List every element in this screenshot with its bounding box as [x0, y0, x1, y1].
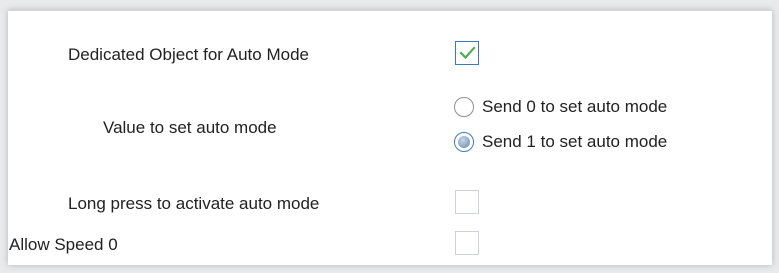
check-icon	[459, 46, 476, 60]
radio-send-1-button[interactable]	[454, 132, 474, 152]
radio-send-0-label: Send 0 to set auto mode	[482, 97, 668, 116]
radio-send-0-button[interactable]	[454, 97, 474, 117]
long-press-checkbox[interactable]	[455, 190, 479, 214]
dedicated-object-label: Dedicated Object for Auto Mode	[68, 45, 309, 64]
settings-panel: Dedicated Object for Auto Mode Value to …	[8, 10, 772, 265]
radio-send-1-label: Send 1 to set auto mode	[482, 132, 668, 151]
dedicated-object-checkbox[interactable]	[455, 41, 479, 65]
allow-speed-0-label: Allow Speed 0	[9, 235, 118, 254]
value-auto-mode-label: Value to set auto mode	[103, 118, 277, 137]
long-press-label: Long press to activate auto mode	[68, 194, 320, 213]
allow-speed-0-checkbox[interactable]	[455, 231, 479, 255]
radio-selected-dot	[458, 136, 470, 148]
